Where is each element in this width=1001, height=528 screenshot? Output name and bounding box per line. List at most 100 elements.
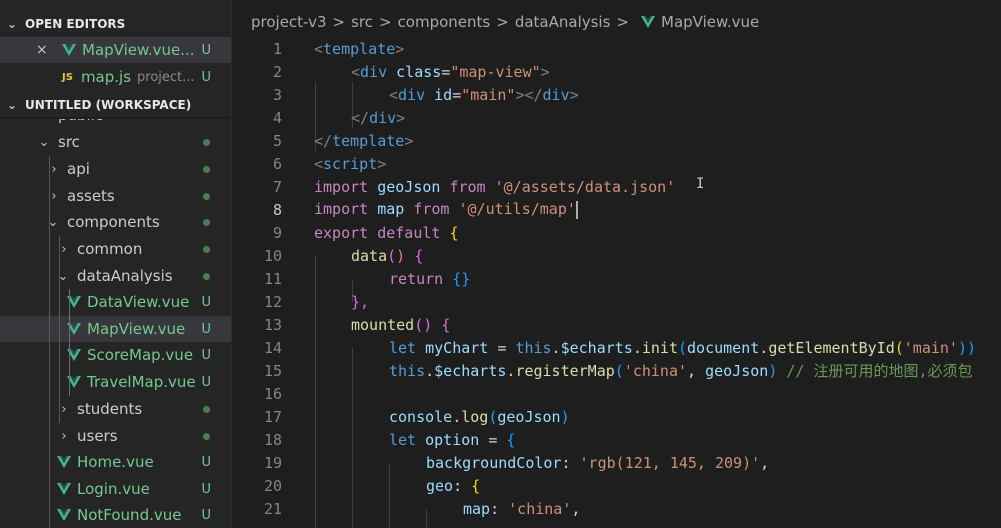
code-line[interactable]: 20 geo: { (232, 474, 1001, 497)
git-status-badge: U (201, 507, 211, 523)
tree-label: NotFound.vue (77, 506, 182, 524)
modified-dot (203, 166, 210, 173)
modified-dot (203, 273, 210, 280)
close-icon[interactable]: × (36, 42, 52, 58)
modified-dot (203, 406, 210, 413)
tree-file-travelmap[interactable]: TravelMap.vue U (0, 369, 231, 395)
code-line[interactable]: 12 }, (232, 290, 1001, 313)
modified-dot (203, 246, 210, 253)
code-line[interactable]: 21 map: 'china', (232, 497, 1001, 520)
line-number: 2 (272, 62, 282, 81)
chevron-down-icon: ⌄ (7, 98, 18, 112)
line-number: 5 (272, 131, 282, 150)
tree-label: dataAnalysis (77, 267, 173, 285)
git-status-badge: U (201, 294, 211, 310)
open-editor-desc: project... (137, 69, 195, 85)
line-number: 4 (272, 108, 282, 127)
breadcrumb-item[interactable]: components (398, 13, 491, 31)
tree-folder-dataanalysis[interactable]: ⌄ dataAnalysis (0, 263, 231, 289)
line-number: 12 (263, 292, 282, 311)
code-line[interactable]: 4 </div> (232, 106, 1001, 129)
code-line[interactable]: 3 <div id="main"></div> (232, 83, 1001, 106)
tree-file-notfound[interactable]: NotFound.vue U (0, 502, 231, 528)
line-text: data() { (351, 246, 424, 265)
line-text: geo: { (426, 476, 481, 495)
code-line[interactable]: 9 export default { (232, 221, 1001, 244)
line-text: export default { (314, 223, 459, 242)
tree-label: src (58, 133, 80, 151)
indent-guide (69, 289, 70, 396)
tree-label: assets (67, 187, 115, 205)
breadcrumb-item[interactable]: project-v3 (251, 13, 327, 31)
breadcrumb-separator: > (616, 13, 629, 31)
breadcrumb-item[interactable]: src (351, 13, 373, 31)
tree-folder-api[interactable]: › api (0, 156, 231, 182)
line-text: mounted() { (351, 315, 451, 334)
modified-dot (203, 139, 210, 146)
tree-file-home[interactable]: Home.vue U (0, 449, 231, 475)
line-number: 13 (263, 315, 282, 334)
code-line[interactable]: 14 let myChart = this.$echarts.init(docu… (232, 336, 1001, 359)
line-text: </template> (314, 131, 414, 150)
code-line-active[interactable]: 8 import map from '@/utils/map' (232, 198, 1001, 221)
code-line[interactable]: 15 this.$echarts.registerMap('china', ge… (232, 359, 1001, 382)
line-text: import geoJson from '@/assets/data.json' (314, 177, 676, 196)
breadcrumb-item[interactable]: dataAnalysis (515, 13, 611, 31)
code-line[interactable]: 10 data() { (232, 244, 1001, 267)
line-text: <script> (314, 154, 387, 173)
breadcrumb-file[interactable]: MapView.vue (661, 13, 759, 31)
line-text: <div id="main"></div> (389, 85, 579, 104)
line-text: import map from '@/utils/map' (314, 200, 578, 219)
tree-file-mapview[interactable]: MapView.vue U (0, 316, 231, 342)
line-number: 19 (263, 453, 282, 472)
line-text: console.log(geoJson) (389, 407, 570, 426)
code-line[interactable]: 16 (232, 382, 1001, 405)
git-status-badge: U (201, 321, 211, 337)
tree-label: DataView.vue (87, 293, 190, 311)
breadcrumb-separator: > (332, 13, 346, 31)
open-editor-mapview[interactable]: × MapView.vue... U (0, 37, 231, 63)
indent-guide (59, 236, 60, 423)
code-line[interactable]: 7 import geoJson from '@/assets/data.jso… (232, 175, 1001, 198)
code-line[interactable]: 18 let option = { (232, 428, 1001, 451)
code-line[interactable]: 2 <div class="map-view"> (232, 60, 1001, 83)
tree-file-login[interactable]: Login.vue U (0, 476, 231, 502)
vue-file-icon (62, 43, 76, 57)
code-line[interactable]: 5 </template> (232, 129, 1001, 152)
modified-dot (203, 433, 210, 440)
line-text: <template> (314, 39, 405, 58)
text-cursor-icon: I (696, 176, 705, 192)
tree-file-scoremap[interactable]: ScoreMap.vue U (0, 342, 231, 368)
tree-folder-users[interactable]: › users (0, 423, 231, 449)
code-editor[interactable]: 1 <template> 2 <div class="map-view"> 3 … (232, 36, 1001, 528)
tree-file-dataview[interactable]: DataView.vue U (0, 289, 231, 315)
code-line[interactable]: 13 mounted() { (232, 313, 1001, 336)
tree-folder-students[interactable]: › students (0, 396, 231, 422)
breadcrumb-separator: > (496, 13, 509, 31)
vue-file-icon (57, 455, 71, 469)
code-line[interactable]: 1 <template> (232, 37, 1001, 60)
tree-folder-common[interactable]: › common (0, 236, 231, 262)
line-number: 18 (263, 430, 282, 449)
line-number: 15 (263, 361, 282, 380)
line-number: 3 (272, 85, 282, 104)
code-line[interactable]: 17 console.log(geoJson) (232, 405, 1001, 428)
workspace-header[interactable]: ⌄ UNTITLED (WORKSPACE) (0, 93, 231, 117)
tree-label: students (77, 400, 143, 418)
tree-label: common (77, 240, 143, 258)
open-editors-header[interactable]: ⌄ OPEN EDITORS (0, 12, 231, 36)
git-status-badge: U (201, 374, 211, 390)
breadcrumb-separator: > (378, 13, 392, 31)
code-line[interactable]: 6 <script> (232, 152, 1001, 175)
open-editor-mapjs[interactable]: JS map.js project... U (0, 64, 231, 90)
tree-folder-assets[interactable]: › assets (0, 183, 231, 209)
code-line[interactable]: 11 return {} (232, 267, 1001, 290)
tree-folder-components[interactable]: ⌄ components (0, 209, 231, 235)
modified-dot (203, 193, 210, 200)
workspace-title: UNTITLED (WORKSPACE) (25, 98, 192, 112)
tree-label: Login.vue (77, 480, 150, 498)
code-line[interactable]: 19 backgroundColor: 'rgb(121, 145, 209)'… (232, 451, 1001, 474)
tree-folder-src[interactable]: ⌄ src (0, 129, 231, 155)
vue-file-icon (641, 15, 655, 29)
line-text: </div> (351, 108, 406, 127)
